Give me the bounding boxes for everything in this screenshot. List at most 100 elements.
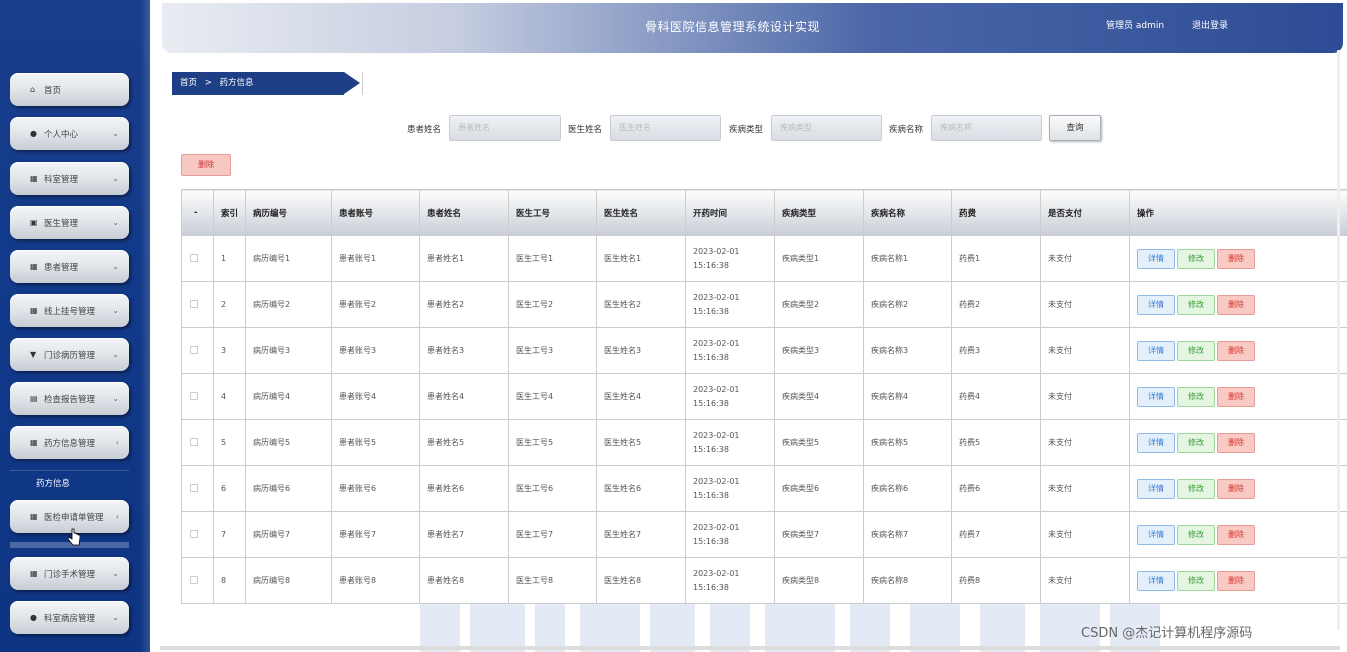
- table-cell: 病历编号7: [245, 511, 332, 558]
- row-select-cell[interactable]: [181, 465, 214, 512]
- row-checkbox[interactable]: [190, 529, 198, 538]
- detail-button[interactable]: 详情: [1137, 478, 1175, 499]
- sidebar-item-0[interactable]: ⌂ 首页: [10, 73, 129, 106]
- delete-button[interactable]: 删除: [1217, 524, 1255, 545]
- table-cell: 4: [213, 373, 246, 420]
- current-user: 管理员 admin: [1106, 21, 1165, 31]
- table-cell: 病历编号4: [245, 373, 332, 420]
- sidebar-item-11[interactable]: ● 科室病房管理 ⌄: [10, 601, 129, 634]
- sidebar-item-label: 首页: [44, 85, 62, 96]
- detail-button[interactable]: 详情: [1137, 432, 1175, 453]
- table-cell: 疾病类型7: [774, 511, 864, 558]
- table-cell: 药费1: [951, 235, 1041, 282]
- table-cell: 病历编号1: [245, 235, 332, 282]
- table-cell: 疾病名称4: [863, 373, 952, 420]
- sidebar-subitem-prescription-info[interactable]: 药方信息: [10, 470, 129, 496]
- sidebar-item-6[interactable]: ▼ 门诊病历管理 ⌄: [10, 338, 129, 371]
- row-select-cell[interactable]: [181, 511, 214, 558]
- delete-button[interactable]: 删除: [1217, 340, 1255, 361]
- sidebar-item-3[interactable]: ▣ 医生管理 ⌄: [10, 206, 129, 239]
- search-button[interactable]: 查询: [1049, 115, 1101, 141]
- detail-button[interactable]: 详情: [1137, 340, 1175, 361]
- edit-button[interactable]: 修改: [1177, 340, 1215, 361]
- table-cell: 2: [213, 281, 246, 328]
- detail-button[interactable]: 详情: [1137, 386, 1175, 407]
- sidebar-item-5[interactable]: ▦ 线上挂号管理 ⌄: [10, 294, 129, 327]
- row-checkbox[interactable]: [190, 437, 198, 446]
- lock-icon: ▤: [30, 394, 38, 403]
- disease-name-input[interactable]: 疾病名称: [931, 115, 1042, 141]
- table-cell: 患者姓名5: [419, 419, 509, 466]
- column-header: 索引: [213, 189, 246, 236]
- table-cell: 药费7: [951, 511, 1041, 558]
- chevron-icon: ⌄: [112, 129, 119, 138]
- row-select-cell[interactable]: [181, 281, 214, 328]
- sidebar-item-2[interactable]: ▦ 科室管理 ⌄: [10, 162, 129, 195]
- detail-button[interactable]: 详情: [1137, 524, 1175, 545]
- edit-button[interactable]: 修改: [1177, 570, 1215, 591]
- table-cell: 病历编号6: [245, 465, 332, 512]
- delete-button[interactable]: 删除: [1217, 570, 1255, 591]
- table-cell: 医生姓名6: [596, 465, 686, 512]
- sidebar-item-7[interactable]: ▤ 检查报告管理 ⌄: [10, 382, 129, 415]
- horizontal-scrollbar[interactable]: [160, 646, 1340, 650]
- row-checkbox[interactable]: [190, 391, 198, 400]
- edit-button[interactable]: 修改: [1177, 524, 1215, 545]
- disease-type-input[interactable]: 疾病类型: [771, 115, 882, 141]
- row-checkbox[interactable]: [190, 483, 198, 492]
- row-select-cell[interactable]: [181, 235, 214, 282]
- row-checkbox[interactable]: [190, 345, 198, 354]
- sidebar-item-10[interactable]: ▦ 门诊手术管理 ⌄: [10, 557, 129, 590]
- row-select-cell[interactable]: [181, 419, 214, 466]
- detail-button[interactable]: 详情: [1137, 570, 1175, 591]
- row-checkbox[interactable]: [190, 299, 198, 308]
- table-row: 2 病历编号2 患者账号2 患者姓名2 医生工号2 医生姓名2 2023-02-01 15:…: [181, 281, 1347, 328]
- sidebar-item-label: 科室病房管理: [44, 613, 96, 624]
- edit-button[interactable]: 修改: [1177, 478, 1215, 499]
- table-cell: 2023-02-01 15:16:38: [685, 557, 775, 604]
- table-header-row: - 索引 病历编号 患者账号 患者姓名 医生工号 医生姓名 开药时间 疾病类型 疾病名称 药费 是否支…: [181, 189, 1347, 236]
- top-header: 骨科医院信息管理系统设计实现 管理员 admin 退出登录: [162, 3, 1343, 53]
- row-checkbox[interactable]: [190, 575, 198, 584]
- vertical-scrollbar[interactable]: [1337, 50, 1340, 630]
- patient-name-input[interactable]: 患者姓名: [449, 115, 561, 141]
- delete-button[interactable]: 删除: [1217, 248, 1255, 269]
- row-select-cell[interactable]: [181, 373, 214, 420]
- bulk-delete-button[interactable]: 删除: [181, 154, 231, 176]
- edit-button[interactable]: 修改: [1177, 432, 1215, 453]
- table-row: 7 病历编号7 患者账号7 患者姓名7 医生工号7 医生姓名7 2023-02-01 15:…: [181, 511, 1347, 558]
- sidebar-item-8[interactable]: ▦ 药方信息管理 ‹: [10, 426, 129, 459]
- table-cell: 患者账号1: [331, 235, 420, 282]
- table-cell: 2023-02-01 15:16:38: [685, 235, 775, 282]
- table-cell: 3: [213, 327, 246, 374]
- logout-link[interactable]: 退出登录: [1192, 18, 1228, 31]
- row-select-cell[interactable]: [181, 557, 214, 604]
- table-cell: 医生姓名1: [596, 235, 686, 282]
- mouse-cursor-icon: [68, 528, 80, 546]
- table-cell: 患者姓名1: [419, 235, 509, 282]
- table-cell: 病历编号3: [245, 327, 332, 374]
- delete-button[interactable]: 删除: [1217, 294, 1255, 315]
- sidebar-item-label: 科室管理: [44, 174, 79, 185]
- breadcrumb-home[interactable]: 首页: [180, 78, 197, 88]
- doctor-name-input[interactable]: 医生姓名: [610, 115, 721, 141]
- table-cell: 医生工号2: [508, 281, 597, 328]
- row-actions: 详情 修改 删除: [1129, 511, 1347, 558]
- sidebar-item-1[interactable]: ● 个人中心 ⌄: [10, 117, 129, 150]
- table-cell: 2023-02-01 15:16:38: [685, 511, 775, 558]
- table-cell: 疾病类型5: [774, 419, 864, 466]
- row-select-cell[interactable]: [181, 327, 214, 374]
- delete-button[interactable]: 删除: [1217, 432, 1255, 453]
- select-all-checkbox[interactable]: -: [194, 208, 198, 218]
- delete-button[interactable]: 删除: [1217, 478, 1255, 499]
- edit-button[interactable]: 修改: [1177, 248, 1215, 269]
- select-all-header[interactable]: -: [181, 189, 214, 236]
- row-checkbox[interactable]: [190, 253, 198, 262]
- detail-button[interactable]: 详情: [1137, 294, 1175, 315]
- table-cell: 未支付: [1040, 281, 1130, 328]
- edit-button[interactable]: 修改: [1177, 294, 1215, 315]
- detail-button[interactable]: 详情: [1137, 248, 1175, 269]
- sidebar-item-4[interactable]: ▦ 患者管理 ⌄: [10, 250, 129, 283]
- delete-button[interactable]: 删除: [1217, 386, 1255, 407]
- edit-button[interactable]: 修改: [1177, 386, 1215, 407]
